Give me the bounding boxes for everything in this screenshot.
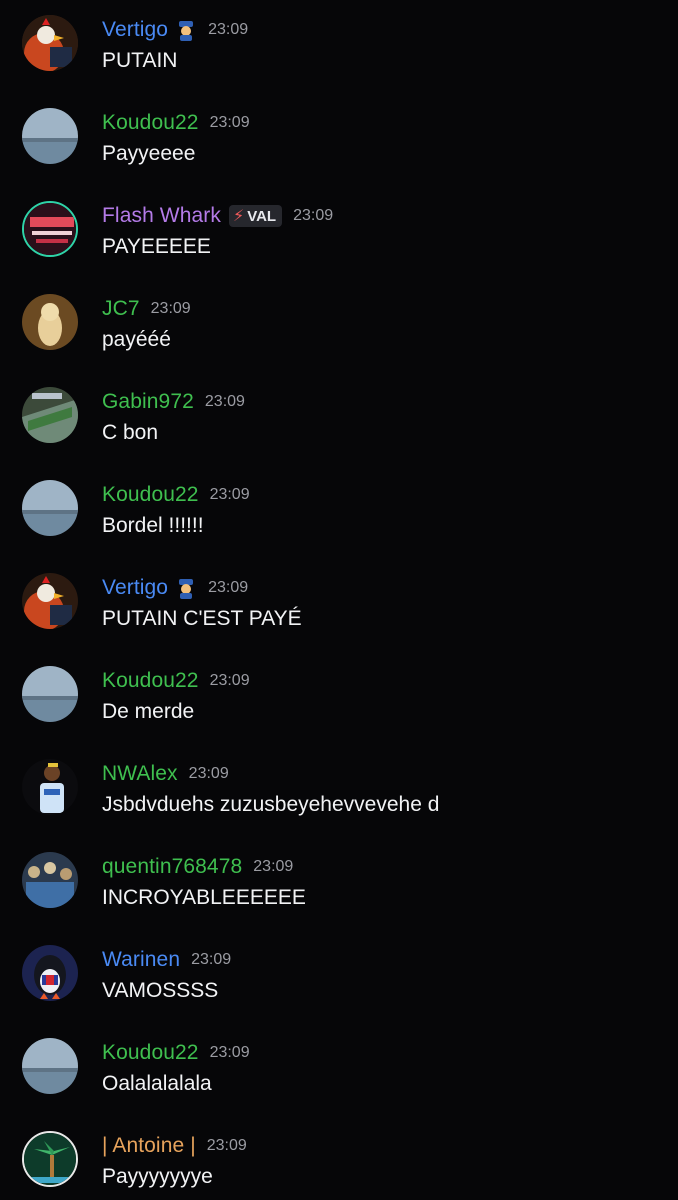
author-name[interactable]: Koudou22 xyxy=(102,669,199,693)
message-timestamp: 23:09 xyxy=(209,672,250,689)
author-name[interactable]: quentin768478 xyxy=(102,855,242,879)
message-item: Warinen 23:09 VAMOSSSS xyxy=(0,945,678,1038)
message-item: quentin768478 23:09 INCROYABLEEEEEE xyxy=(0,852,678,945)
author-name[interactable]: Koudou22 xyxy=(102,483,199,507)
rooster-avatar-icon xyxy=(22,573,78,629)
avatar-koudou22[interactable] xyxy=(22,666,78,722)
message-timestamp: 23:09 xyxy=(188,765,229,782)
message-item: JC7 23:09 payééé xyxy=(0,294,678,387)
sea-landscape-avatar-icon xyxy=(22,666,78,722)
rooster-avatar-icon xyxy=(22,15,78,71)
avatar-warinen[interactable] xyxy=(22,945,78,1001)
message-item: Gabin972 23:09 C bon xyxy=(0,387,678,480)
author-name[interactable]: Koudou22 xyxy=(102,1041,199,1065)
message-text: Bordel !!!!!! xyxy=(102,514,204,537)
message-timestamp: 23:09 xyxy=(208,579,249,596)
palm-tree-avatar-icon xyxy=(24,1133,76,1185)
message-text: PUTAIN C'EST PAYÉ xyxy=(102,607,302,630)
cat-avatar-icon xyxy=(22,294,78,350)
message-text: C bon xyxy=(102,421,159,444)
message-timestamp: 23:09 xyxy=(209,1044,250,1061)
avatar-vertigo[interactable] xyxy=(22,15,78,71)
message-text: Oalalalalala xyxy=(102,1072,212,1095)
message-item: Koudou22 23:09 Oalalalalala xyxy=(0,1038,678,1131)
message-item: Koudou22 23:09 Payyeeee xyxy=(0,108,678,201)
penguin-avatar-icon xyxy=(22,945,78,1001)
message-item: | Antoine | 23:09 Payyyyyyye xyxy=(0,1131,678,1200)
message-timestamp: 23:09 xyxy=(150,300,191,317)
message-item: Koudou22 23:09 De merde xyxy=(0,666,678,759)
author-name[interactable]: JC7 xyxy=(102,297,140,321)
message-text: INCROYABLEEEEEE xyxy=(102,886,306,909)
author-name[interactable]: Koudou22 xyxy=(102,111,199,135)
message-text: VAMOSSSS xyxy=(102,979,219,1002)
police-officer-icon xyxy=(175,577,197,599)
sea-landscape-avatar-icon xyxy=(22,1038,78,1094)
message-text: Payyeeee xyxy=(102,142,196,165)
avatar-koudou22[interactable] xyxy=(22,108,78,164)
message-feed: Vertigo 23:09 PUTAIN Koudou22 23:09 Payy… xyxy=(0,0,678,1200)
author-name[interactable]: Gabin972 xyxy=(102,390,194,414)
author-name[interactable]: Vertigo xyxy=(102,18,168,42)
message-timestamp: 23:09 xyxy=(209,114,250,131)
message-item: Vertigo 23:09 PUTAIN C'EST PAYÉ xyxy=(0,573,678,666)
avatar-vertigo[interactable] xyxy=(22,573,78,629)
avatar-antoine[interactable] xyxy=(22,1131,78,1187)
message-timestamp: 23:09 xyxy=(204,393,245,410)
avatar-jc7[interactable] xyxy=(22,294,78,350)
message-text: De merde xyxy=(102,700,195,723)
message-text: payééé xyxy=(102,328,171,351)
message-timestamp: 23:09 xyxy=(208,21,249,38)
author-name[interactable]: | Antoine | xyxy=(102,1134,196,1158)
avatar-quentin768478[interactable] xyxy=(22,852,78,908)
sea-landscape-avatar-icon xyxy=(22,108,78,164)
avatar-koudou22[interactable] xyxy=(22,1038,78,1094)
message-timestamp: 23:09 xyxy=(191,951,232,968)
lightning-icon: ⚡ xyxy=(232,208,245,225)
message-item: Vertigo 23:09 PUTAIN xyxy=(0,15,678,108)
author-name[interactable]: Vertigo xyxy=(102,576,168,600)
message-timestamp: 23:09 xyxy=(206,1137,247,1154)
author-name[interactable]: Warinen xyxy=(102,948,180,972)
role-tag-label: VAL xyxy=(247,207,277,225)
author-name[interactable]: NWAlex xyxy=(102,762,178,786)
sea-landscape-avatar-icon xyxy=(22,480,78,536)
message-text: Payyyyyyye xyxy=(102,1165,213,1188)
crowd-photo-avatar-icon xyxy=(22,852,78,908)
message-timestamp: 23:09 xyxy=(293,207,334,224)
message-timestamp: 23:09 xyxy=(209,486,250,503)
avatar-gabin972[interactable] xyxy=(22,387,78,443)
message-text: Jsbdvduehs zuzusbeyehevvevehe d xyxy=(102,793,440,816)
avatar-flash-whark[interactable] xyxy=(22,201,78,257)
police-officer-icon xyxy=(175,19,197,41)
basketball-player-avatar-icon xyxy=(22,759,78,815)
role-tag[interactable]: ⚡ VAL xyxy=(228,205,283,227)
message-item: Koudou22 23:09 Bordel !!!!!! xyxy=(0,480,678,573)
avatar-koudou22[interactable] xyxy=(22,480,78,536)
message-timestamp: 23:09 xyxy=(253,858,294,875)
stadium-avatar-icon xyxy=(22,387,78,443)
message-item: Flash Whark ⚡ VAL 23:09 PAYEEEEE xyxy=(0,201,678,294)
author-name[interactable]: Flash Whark xyxy=(102,204,221,228)
message-text: PAYEEEEE xyxy=(102,235,211,258)
avatar-nwalex[interactable] xyxy=(22,759,78,815)
logo-avatar-icon xyxy=(24,203,76,255)
message-text: PUTAIN xyxy=(102,49,178,72)
message-item: NWAlex 23:09 Jsbdvduehs zuzusbeyehevveve… xyxy=(0,759,678,852)
